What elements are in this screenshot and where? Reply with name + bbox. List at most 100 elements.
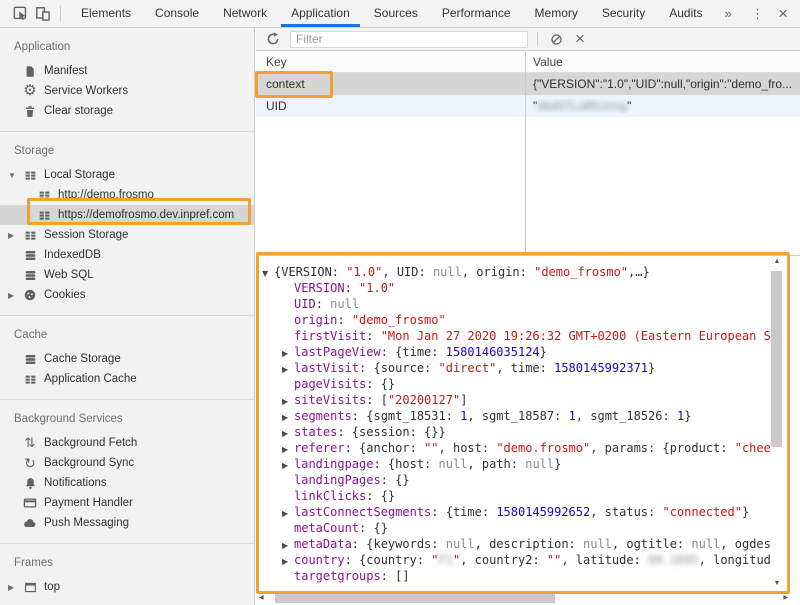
vertical-scrollbar[interactable]: ▲ ▼ (770, 258, 784, 589)
tree-text: , host: (439, 441, 497, 455)
tree-line[interactable]: ▶lastPageView: {time: 1580146035124} (260, 344, 770, 360)
tab-network[interactable]: Network (215, 0, 275, 27)
tab-memory[interactable]: Memory (527, 0, 586, 27)
sidebar-item-local-storage[interactable]: ▼Local Storage (0, 165, 254, 185)
tree-line[interactable]: targetgroups: [] (260, 568, 770, 584)
tree-line[interactable]: pageVisits: {} (260, 376, 770, 392)
sidebar-item-top[interactable]: ▶ top (0, 577, 254, 597)
sidebar-item-web-sql[interactable]: Web SQL (0, 265, 254, 285)
sidebar-item-application-cache[interactable]: Application Cache (0, 369, 254, 389)
tree-text: "20200127" (388, 393, 460, 407)
tree-text: : {source: (359, 361, 438, 375)
table-row[interactable]: UID"9bd0TLaff5Urmg" (256, 95, 800, 117)
tree-line[interactable]: ▶country: {country: "FI", country2: "", … (260, 552, 770, 568)
sidebar-section-storage: Storage▼Local Storagehttp://demo.frosmoh… (0, 131, 254, 315)
triangle-right-icon[interactable]: ▶ (8, 291, 22, 300)
tree-text: , params: {product: (590, 441, 735, 455)
blurred-value: 60.1695 (648, 553, 699, 567)
tab-security[interactable]: Security (594, 0, 653, 27)
triangle-down-icon[interactable]: ▼ (262, 266, 274, 282)
tree-line[interactable]: ▼{VERSION: "1.0", UID: null, origin: "de… (260, 264, 770, 280)
tree-text: "connected" (662, 505, 741, 519)
grid-icon (22, 229, 38, 242)
tree-line[interactable]: origin: "demo_frosmo" (260, 312, 770, 328)
sidebar-item-http-demo-frosmo[interactable]: http://demo.frosmo (0, 185, 254, 205)
triangle-down-icon[interactable]: ▼ (8, 171, 22, 180)
inspect-icon[interactable] (10, 0, 32, 27)
sidebar-item-session-storage[interactable]: ▶ Session Storage (0, 225, 254, 245)
triangle-right-icon[interactable]: ▶ (8, 231, 22, 240)
tree-text: referer (294, 441, 345, 455)
tree-text: } (554, 457, 561, 471)
delete-selected-icon[interactable]: × (571, 30, 589, 48)
sidebar-item-background-sync[interactable]: ↻Background Sync (0, 453, 254, 473)
tree-line[interactable]: UID: null (260, 296, 770, 312)
row-key: UID (256, 99, 526, 113)
clear-storage-items-icon[interactable] (547, 30, 565, 48)
tree-line[interactable]: linkClicks: {} (260, 488, 770, 504)
tree-line[interactable]: ▶siteVisits: ["20200127"] (260, 392, 770, 408)
tab-elements[interactable]: Elements (73, 0, 139, 27)
sidebar-item-label: Payment Handler (44, 497, 133, 509)
tree-text: , longitude: (699, 553, 770, 567)
column-header-value[interactable]: Value (526, 55, 800, 69)
sidebar-item-https-demofrosmo-dev-inpref-com[interactable]: https://demofrosmo.dev.inpref.com (0, 205, 254, 225)
tree-line[interactable]: metaCount: {} (260, 520, 770, 536)
column-header-key[interactable]: Key (256, 55, 526, 69)
tree-text: ,…} (628, 265, 650, 279)
tab-console[interactable]: Console (147, 0, 207, 27)
more-tabs-icon[interactable]: » (721, 6, 736, 21)
devtools-window: Elements Console Network Application Sources… (0, 0, 800, 605)
sidebar-item-cache-storage[interactable]: Cache Storage (0, 349, 254, 369)
tree-line[interactable]: firstVisit: "Mon Jan 27 2020 19:26:32 GM… (260, 328, 770, 344)
sidebar-item-label: Session Storage (44, 229, 128, 241)
tree-text: null (439, 457, 468, 471)
scroll-left-icon[interactable]: ◀ (259, 594, 264, 601)
sidebar-item-push-messaging[interactable]: Push Messaging (0, 513, 254, 533)
column-divider[interactable] (525, 52, 526, 255)
sidebar-item-background-fetch[interactable]: ⇅Background Fetch (0, 433, 254, 453)
vertical-scroll-thumb[interactable] (771, 271, 782, 447)
sidebar-item-manifest[interactable]: Manifest (0, 61, 254, 81)
sidebar-item-cookies[interactable]: ▶Cookies (0, 285, 254, 305)
tree-text: : {sgmt_18531: (352, 409, 460, 423)
sidebar-item-service-workers[interactable]: ⚙Service Workers (0, 81, 254, 101)
tab-performance[interactable]: Performance (434, 0, 519, 27)
tree-text: null (433, 265, 462, 279)
tree-line[interactable]: ▶referer: {anchor: "", host: "demo.frosm… (260, 440, 770, 456)
sync-icon: ↻ (22, 456, 38, 470)
filter-input[interactable] (290, 31, 528, 48)
sidebar-item-notifications[interactable]: Notifications (0, 473, 254, 493)
sidebar-item-label: top (44, 581, 60, 593)
table-row[interactable]: context{"VERSION":"1.0","UID":null,"orig… (256, 73, 800, 95)
tab-audits[interactable]: Audits (661, 0, 710, 27)
triangle-right-icon[interactable]: ▶ (8, 583, 22, 592)
close-devtools-icon[interactable]: × (778, 0, 788, 27)
tree-text: "demo_frosmo" (534, 265, 628, 279)
scroll-down-icon[interactable]: ▼ (770, 580, 784, 587)
sidebar-item-clear-storage[interactable]: Clear storage (0, 101, 254, 121)
tree-line[interactable]: ▶lastConnectSegments: {time: 15801459926… (260, 504, 770, 520)
tab-sources[interactable]: Sources (366, 0, 426, 27)
tree-line[interactable]: ▶segments: {sgmt_18531: 1, sgmt_18587: 1… (260, 408, 770, 424)
scroll-right-icon[interactable]: ▶ (783, 594, 788, 601)
tree-line[interactable]: ▶landingpage: {host: null, path: null} (260, 456, 770, 472)
sidebar-item-payment-handler[interactable]: Payment Handler (0, 493, 254, 513)
tree-line[interactable]: VERSION: "1.0" (260, 280, 770, 296)
tree-text: } (684, 409, 691, 423)
tree-line[interactable]: ▶metaData: {keywords: null, description:… (260, 536, 770, 552)
tree-text: metaCount (294, 521, 359, 535)
tree-line[interactable]: ▶states: {session: {}} (260, 424, 770, 440)
tree-line[interactable]: landingPages: {} (260, 472, 770, 488)
kebab-menu-icon[interactable]: ⋮ (751, 6, 764, 22)
refresh-icon[interactable] (264, 30, 282, 48)
horizontal-scroll-thumb[interactable] (275, 592, 555, 603)
tree-text: "demo.frosmo" (496, 441, 590, 455)
tree-line[interactable]: ▶lastVisit: {source: "direct", time: 158… (260, 360, 770, 376)
horizontal-scrollbar[interactable]: ◀ ▶ (257, 592, 790, 604)
sidebar-item-indexeddb[interactable]: IndexedDB (0, 245, 254, 265)
tree-text: } (540, 345, 547, 359)
tab-application[interactable]: Application (283, 0, 358, 27)
device-toolbar-icon[interactable] (32, 0, 54, 27)
scroll-up-icon[interactable]: ▲ (770, 258, 784, 265)
